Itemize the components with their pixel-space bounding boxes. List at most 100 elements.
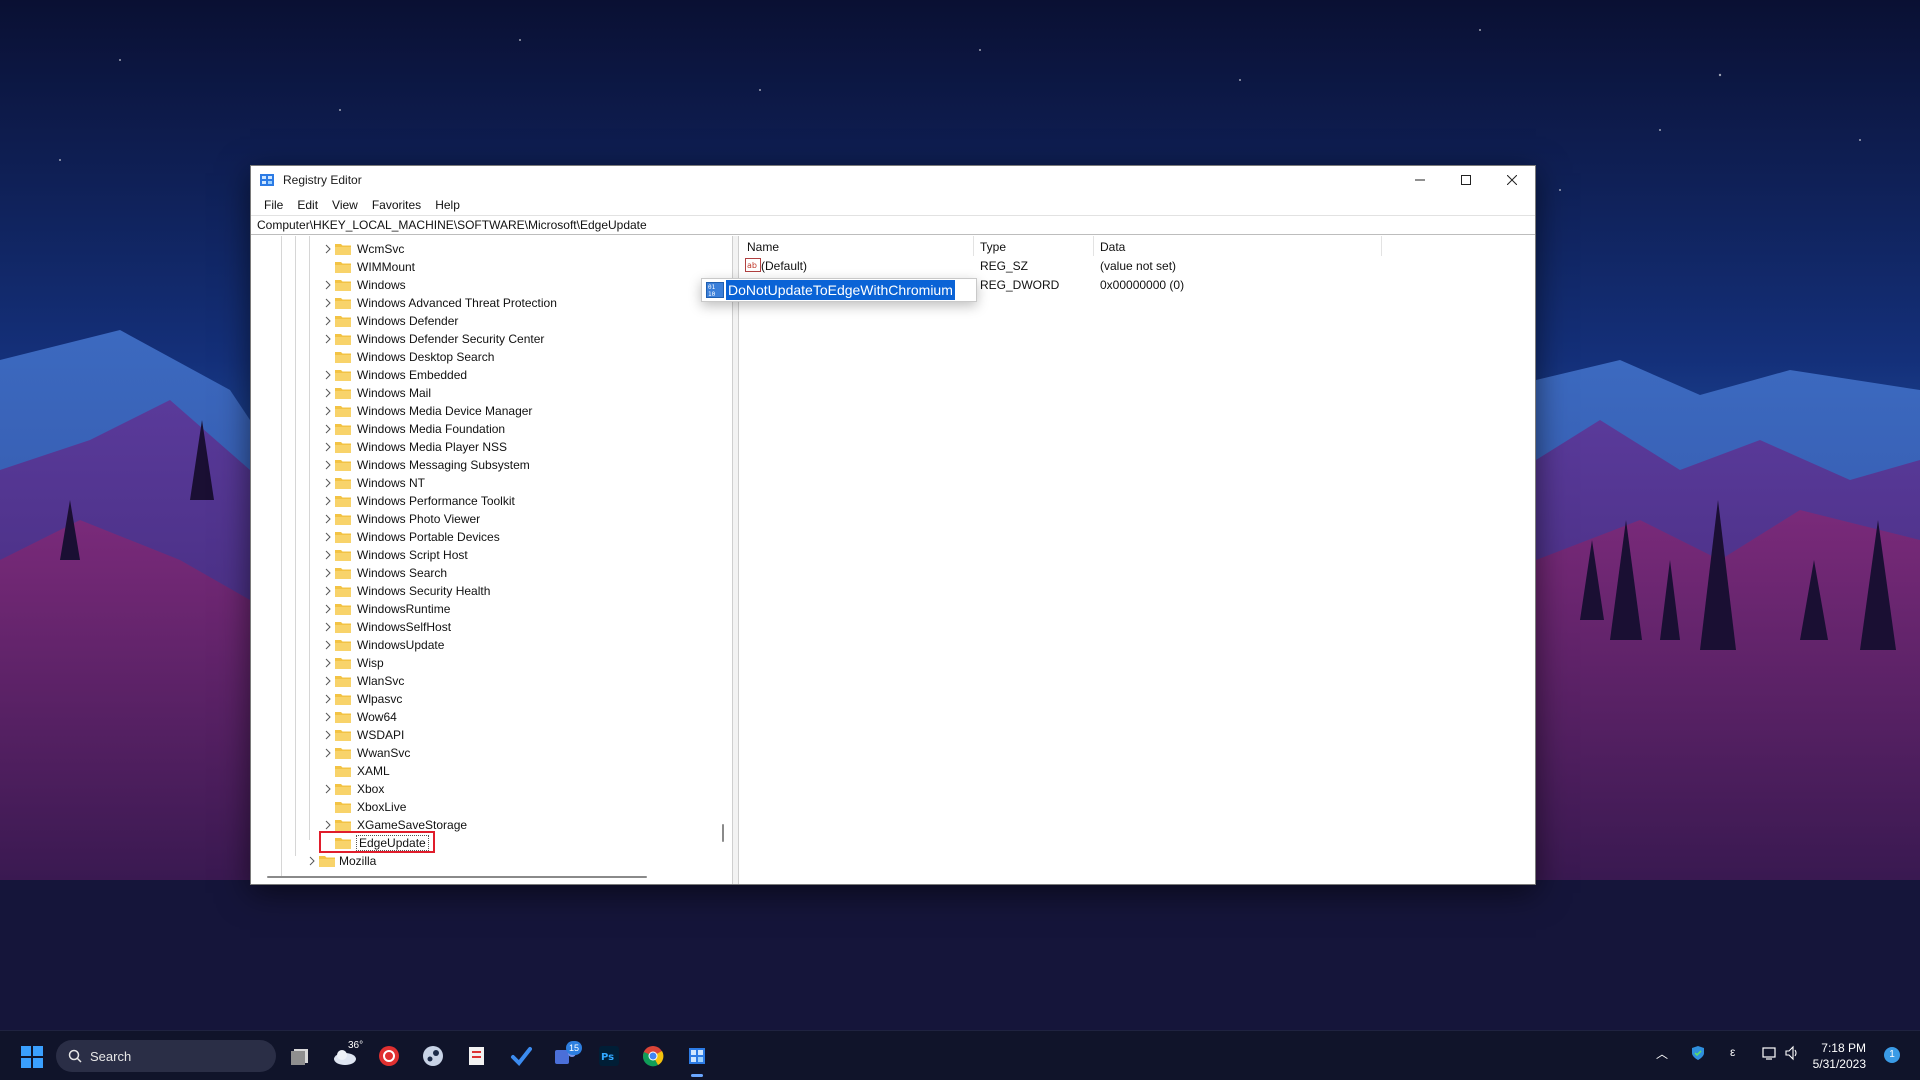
expand-chevron-icon[interactable] <box>323 532 333 542</box>
expand-chevron-icon[interactable] <box>323 784 333 794</box>
tree-item[interactable]: Windows Script Host <box>251 546 711 564</box>
tree-item[interactable]: Windows Media Device Manager <box>251 402 711 420</box>
registry-editor-taskbar-icon[interactable] <box>682 1041 712 1077</box>
expand-chevron-icon[interactable] <box>323 640 333 650</box>
expand-chevron-icon[interactable] <box>323 280 333 290</box>
snipping-icon[interactable] <box>462 1041 492 1071</box>
column-separator[interactable] <box>1093 236 1094 256</box>
tree-item[interactable]: Wlpasvc <box>251 690 711 708</box>
tree-item[interactable]: WindowsRuntime <box>251 600 711 618</box>
tree-item[interactable]: Wow64 <box>251 708 711 726</box>
column-separator[interactable] <box>1381 236 1382 256</box>
address-bar[interactable]: Computer\HKEY_LOCAL_MACHINE\SOFTWARE\Mic… <box>251 215 1535 235</box>
tree-item[interactable]: Windows Desktop Search <box>251 348 711 366</box>
tree-item[interactable]: WindowsUpdate <box>251 636 711 654</box>
taskbar-search-box[interactable]: Search <box>56 1040 276 1072</box>
expand-chevron-icon[interactable] <box>323 370 333 380</box>
tree-item[interactable]: WIMMount <box>251 258 711 276</box>
expand-chevron-icon[interactable] <box>323 676 333 686</box>
menu-edit[interactable]: Edit <box>290 196 325 214</box>
todo-icon[interactable] <box>506 1041 536 1071</box>
expand-chevron-icon[interactable] <box>323 442 333 452</box>
tree-item[interactable]: Windows Search <box>251 564 711 582</box>
photoshop-icon[interactable]: Ps <box>594 1041 624 1071</box>
minimize-button[interactable] <box>1397 166 1443 194</box>
expand-chevron-icon[interactable] <box>323 514 333 524</box>
tree-item[interactable]: WwanSvc <box>251 744 711 762</box>
expand-chevron-icon[interactable] <box>323 424 333 434</box>
close-button[interactable] <box>1489 166 1535 194</box>
task-view-icon[interactable] <box>286 1041 316 1071</box>
expand-chevron-icon[interactable] <box>323 244 333 254</box>
tree-item[interactable]: WlanSvc <box>251 672 711 690</box>
tree-item[interactable]: Windows Mail <box>251 384 711 402</box>
column-separator[interactable] <box>973 236 974 256</box>
expand-chevron-icon[interactable] <box>323 298 333 308</box>
notification-center-badge[interactable]: 1 <box>1884 1047 1900 1063</box>
column-name[interactable]: Name <box>747 240 779 254</box>
security-shield-icon[interactable] <box>1690 1045 1706 1064</box>
expand-chevron-icon[interactable] <box>323 478 333 488</box>
column-type[interactable]: Type <box>980 240 1006 254</box>
menu-help[interactable]: Help <box>428 196 467 214</box>
values-pane[interactable]: Name Type Data ab (Default) REG_SZ (valu… <box>701 236 1535 884</box>
network-icon[interactable] <box>1762 1045 1778 1064</box>
expand-chevron-icon[interactable] <box>323 388 333 398</box>
tree-item[interactable]: WcmSvc <box>251 240 711 258</box>
expand-chevron-icon[interactable] <box>323 820 333 830</box>
tree-item[interactable]: WSDAPI <box>251 726 711 744</box>
expand-chevron-icon[interactable] <box>323 748 333 758</box>
rename-input-text[interactable]: DoNotUpdateToEdgeWithChromium <box>726 280 955 300</box>
address-path[interactable]: Computer\HKEY_LOCAL_MACHINE\SOFTWARE\Mic… <box>257 218 647 232</box>
tree-item[interactable]: Windows NT <box>251 474 711 492</box>
tree-item[interactable]: Windows Defender Security Center <box>251 330 711 348</box>
tree-item[interactable]: Wisp <box>251 654 711 672</box>
tree-item[interactable]: Windows <box>251 276 711 294</box>
tree-item[interactable]: Windows Media Player NSS <box>251 438 711 456</box>
key-tree-pane[interactable]: WcmSvc WIMMount Windows Windows Advanced Th… <box>251 236 733 884</box>
menu-favorites[interactable]: Favorites <box>365 196 428 214</box>
tree-item[interactable]: Windows Media Foundation <box>251 420 711 438</box>
column-data[interactable]: Data <box>1100 240 1125 254</box>
tree-item[interactable]: Xbox <box>251 780 711 798</box>
tree-item[interactable]: XAML <box>251 762 711 780</box>
expand-chevron-icon[interactable] <box>323 658 333 668</box>
chrome-icon[interactable] <box>638 1041 668 1071</box>
value-row[interactable]: ab (Default) REG_SZ (value not set) <box>739 256 1535 275</box>
expand-chevron-icon[interactable] <box>323 568 333 578</box>
tree-item[interactable]: WindowsSelfHost <box>251 618 711 636</box>
expand-chevron-icon[interactable] <box>323 622 333 632</box>
tree-item[interactable]: Windows Messaging Subsystem <box>251 456 711 474</box>
start-windows-icon[interactable] <box>20 1045 44 1069</box>
app-red-icon[interactable] <box>374 1041 404 1071</box>
rename-value-editor[interactable]: 01 10 DoNotUpdateToEdgeWithChromium <box>701 278 977 302</box>
expand-chevron-icon[interactable] <box>323 712 333 722</box>
scroll-thumb[interactable] <box>722 824 724 842</box>
language-indicator[interactable]: ε <box>1730 1045 1735 1059</box>
expand-chevron-icon[interactable] <box>323 460 333 470</box>
expand-chevron-icon[interactable] <box>323 550 333 560</box>
tree-item[interactable]: Windows Defender <box>251 312 711 330</box>
tree-item[interactable]: EdgeUpdate <box>251 831 711 853</box>
expand-chevron-icon[interactable] <box>323 604 333 614</box>
tree-horizontal-scrollbar[interactable] <box>267 876 647 878</box>
tree-item[interactable]: Windows Security Health <box>251 582 711 600</box>
volume-icon[interactable] <box>1784 1045 1800 1064</box>
menu-view[interactable]: View <box>325 196 365 214</box>
title-bar[interactable]: Registry Editor <box>251 166 1535 194</box>
tree-item[interactable]: Windows Photo Viewer <box>251 510 711 528</box>
expand-chevron-icon[interactable] <box>323 406 333 416</box>
expand-chevron-icon[interactable] <box>323 334 333 344</box>
maximize-button[interactable] <box>1443 166 1489 194</box>
tree-item[interactable]: Windows Embedded <box>251 366 711 384</box>
expand-chevron-icon[interactable] <box>323 316 333 326</box>
tree-item[interactable]: Mozilla <box>251 852 711 870</box>
tree-item[interactable]: Windows Advanced Threat Protection <box>251 294 711 312</box>
expand-chevron-icon[interactable] <box>323 730 333 740</box>
tree-item[interactable]: XboxLive <box>251 798 711 816</box>
expand-chevron-icon[interactable] <box>307 856 317 866</box>
tree-vertical-scrollbar[interactable] <box>718 236 728 884</box>
tree-item[interactable]: Windows Portable Devices <box>251 528 711 546</box>
expand-chevron-icon[interactable] <box>323 496 333 506</box>
expand-chevron-icon[interactable] <box>323 694 333 704</box>
